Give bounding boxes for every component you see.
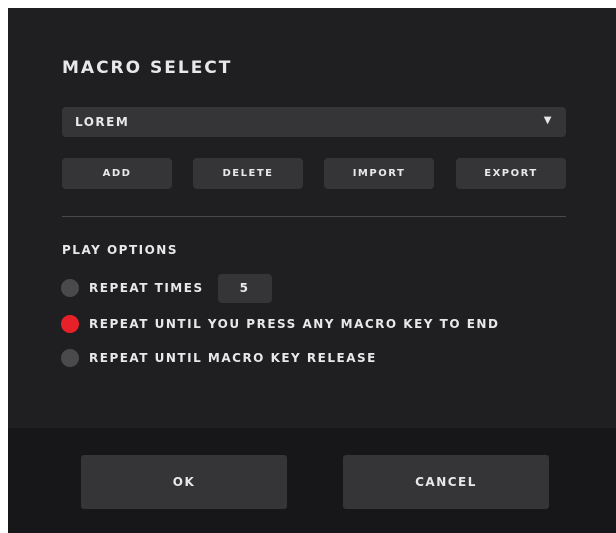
- macro-dropdown[interactable]: LOREM ▼: [62, 107, 566, 137]
- option-repeat-until-release[interactable]: REPEAT UNTIL MACRO KEY RELEASE: [61, 348, 377, 368]
- export-button[interactable]: EXPORT: [456, 158, 566, 189]
- play-options-label: PLAY OPTIONS: [62, 243, 178, 257]
- radio-repeat-times[interactable]: [61, 279, 79, 297]
- option-label: REPEAT TIMES: [89, 281, 204, 295]
- delete-button[interactable]: DELETE: [193, 158, 303, 189]
- dialog-title: MACRO SELECT: [62, 58, 233, 78]
- ok-button[interactable]: OK: [81, 455, 287, 509]
- option-label: REPEAT UNTIL YOU PRESS ANY MACRO KEY TO …: [89, 317, 500, 331]
- import-button[interactable]: IMPORT: [324, 158, 434, 189]
- macro-select-dialog: MACRO SELECT LOREM ▼ ADD DELETE IMPORT E…: [8, 8, 616, 533]
- macro-dropdown-value: LOREM: [75, 115, 130, 129]
- radio-repeat-until-press[interactable]: [61, 315, 79, 333]
- radio-repeat-until-release[interactable]: [61, 349, 79, 367]
- section-divider: [62, 216, 566, 217]
- option-repeat-times[interactable]: REPEAT TIMES 5: [61, 273, 272, 303]
- repeat-count-field[interactable]: 5: [217, 273, 272, 303]
- cancel-button[interactable]: CANCEL: [343, 455, 549, 509]
- dialog-footer: OK CANCEL: [8, 428, 616, 533]
- option-repeat-until-press[interactable]: REPEAT UNTIL YOU PRESS ANY MACRO KEY TO …: [61, 314, 499, 334]
- caret-down-icon: ▼: [543, 115, 553, 126]
- option-label: REPEAT UNTIL MACRO KEY RELEASE: [89, 351, 377, 365]
- add-button[interactable]: ADD: [62, 158, 172, 189]
